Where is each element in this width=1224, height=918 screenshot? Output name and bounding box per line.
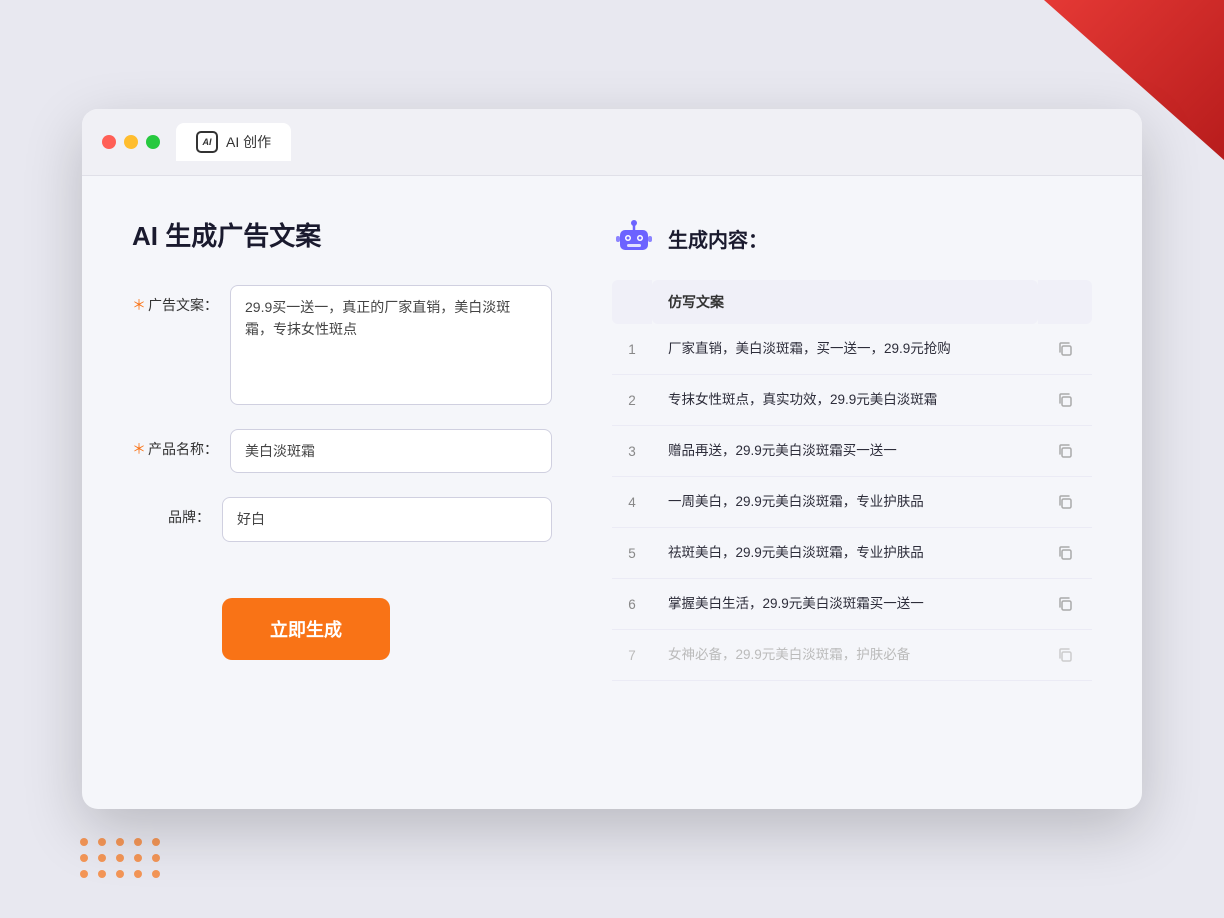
browser-window: AI AI 创作 AI 生成广告文案 ＊广告文案： ＊产品名称： [82, 109, 1142, 809]
main-content: AI 生成广告文案 ＊广告文案： ＊产品名称： 品牌： 立 [82, 176, 1142, 721]
maximize-button[interactable] [146, 135, 160, 149]
required-star: ＊ [132, 297, 146, 313]
table-row: 5祛斑美白，29.9元美白淡斑霜，专业护肤品 [612, 528, 1092, 579]
copy-button[interactable] [1038, 630, 1092, 681]
table-row: 7女神必备，29.9元美白淡斑霜，护肤必备 [612, 630, 1092, 681]
ai-tab[interactable]: AI AI 创作 [176, 123, 291, 161]
result-text: 专抹女性斑点，真实功效，29.9元美白淡斑霜 [652, 375, 1038, 426]
result-number: 7 [612, 630, 652, 681]
required-star-2: ＊ [132, 441, 146, 457]
results-table: 仿写文案 1厂家直销，美白淡斑霜，买一送一，29.9元抢购2专抹女性斑点，真实功… [612, 280, 1092, 681]
table-row: 6掌握美白生活，29.9元美白淡斑霜买一送一 [612, 579, 1092, 630]
right-panel: 生成内容： 仿写文案 1厂家直销，美白淡斑霜，买一送一，29.9元抢购2专抹女性… [612, 216, 1092, 681]
result-number: 4 [612, 477, 652, 528]
table-row: 2专抹女性斑点，真实功效，29.9元美白淡斑霜 [612, 375, 1092, 426]
copy-button[interactable] [1038, 375, 1092, 426]
generate-button[interactable]: 立即生成 [222, 598, 390, 660]
table-row: 3赠品再送，29.9元美白淡斑霜买一送一 [612, 426, 1092, 477]
result-number: 1 [612, 324, 652, 375]
col-header: 仿写文案 [652, 280, 1038, 324]
result-text: 一周美白，29.9元美白淡斑霜，专业护肤品 [652, 477, 1038, 528]
left-panel: AI 生成广告文案 ＊广告文案： ＊产品名称： 品牌： 立 [132, 216, 552, 681]
decorative-dots [80, 838, 162, 878]
robot-icon [612, 216, 656, 260]
result-number: 2 [612, 375, 652, 426]
traffic-lights [102, 135, 160, 149]
title-bar: AI AI 创作 [82, 109, 1142, 176]
right-title: 生成内容： [668, 224, 768, 253]
result-text: 赠品再送，29.9元美白淡斑霜买一送一 [652, 426, 1038, 477]
table-row: 4一周美白，29.9元美白淡斑霜，专业护肤品 [612, 477, 1092, 528]
result-number: 6 [612, 579, 652, 630]
result-number: 5 [612, 528, 652, 579]
result-text: 祛斑美白，29.9元美白淡斑霜，专业护肤品 [652, 528, 1038, 579]
copy-button[interactable] [1038, 324, 1092, 375]
brand-label: 品牌： [132, 497, 222, 527]
col-copy [1038, 280, 1092, 324]
tab-label: AI 创作 [226, 132, 271, 152]
copy-button[interactable] [1038, 528, 1092, 579]
minimize-button[interactable] [124, 135, 138, 149]
result-text: 厂家直销，美白淡斑霜，买一送一，29.9元抢购 [652, 324, 1038, 375]
result-number: 3 [612, 426, 652, 477]
brand-input[interactable] [222, 497, 552, 541]
right-header: 生成内容： [612, 216, 1092, 260]
copy-button[interactable] [1038, 579, 1092, 630]
product-name-group: ＊产品名称： [132, 429, 552, 473]
brand-group: 品牌： [132, 497, 552, 541]
copy-button[interactable] [1038, 477, 1092, 528]
panel-title: AI 生成广告文案 [132, 216, 552, 253]
result-text: 掌握美白生活，29.9元美白淡斑霜买一送一 [652, 579, 1038, 630]
product-name-label: ＊产品名称： [132, 429, 230, 459]
ad-copy-textarea[interactable] [230, 285, 552, 405]
close-button[interactable] [102, 135, 116, 149]
table-row: 1厂家直销，美白淡斑霜，买一送一，29.9元抢购 [612, 324, 1092, 375]
ad-copy-label: ＊广告文案： [132, 285, 230, 315]
result-text: 女神必备，29.9元美白淡斑霜，护肤必备 [652, 630, 1038, 681]
col-num [612, 280, 652, 324]
ad-copy-group: ＊广告文案： [132, 285, 552, 405]
ai-tab-icon: AI [196, 131, 218, 153]
product-name-input[interactable] [230, 429, 552, 473]
copy-button[interactable] [1038, 426, 1092, 477]
